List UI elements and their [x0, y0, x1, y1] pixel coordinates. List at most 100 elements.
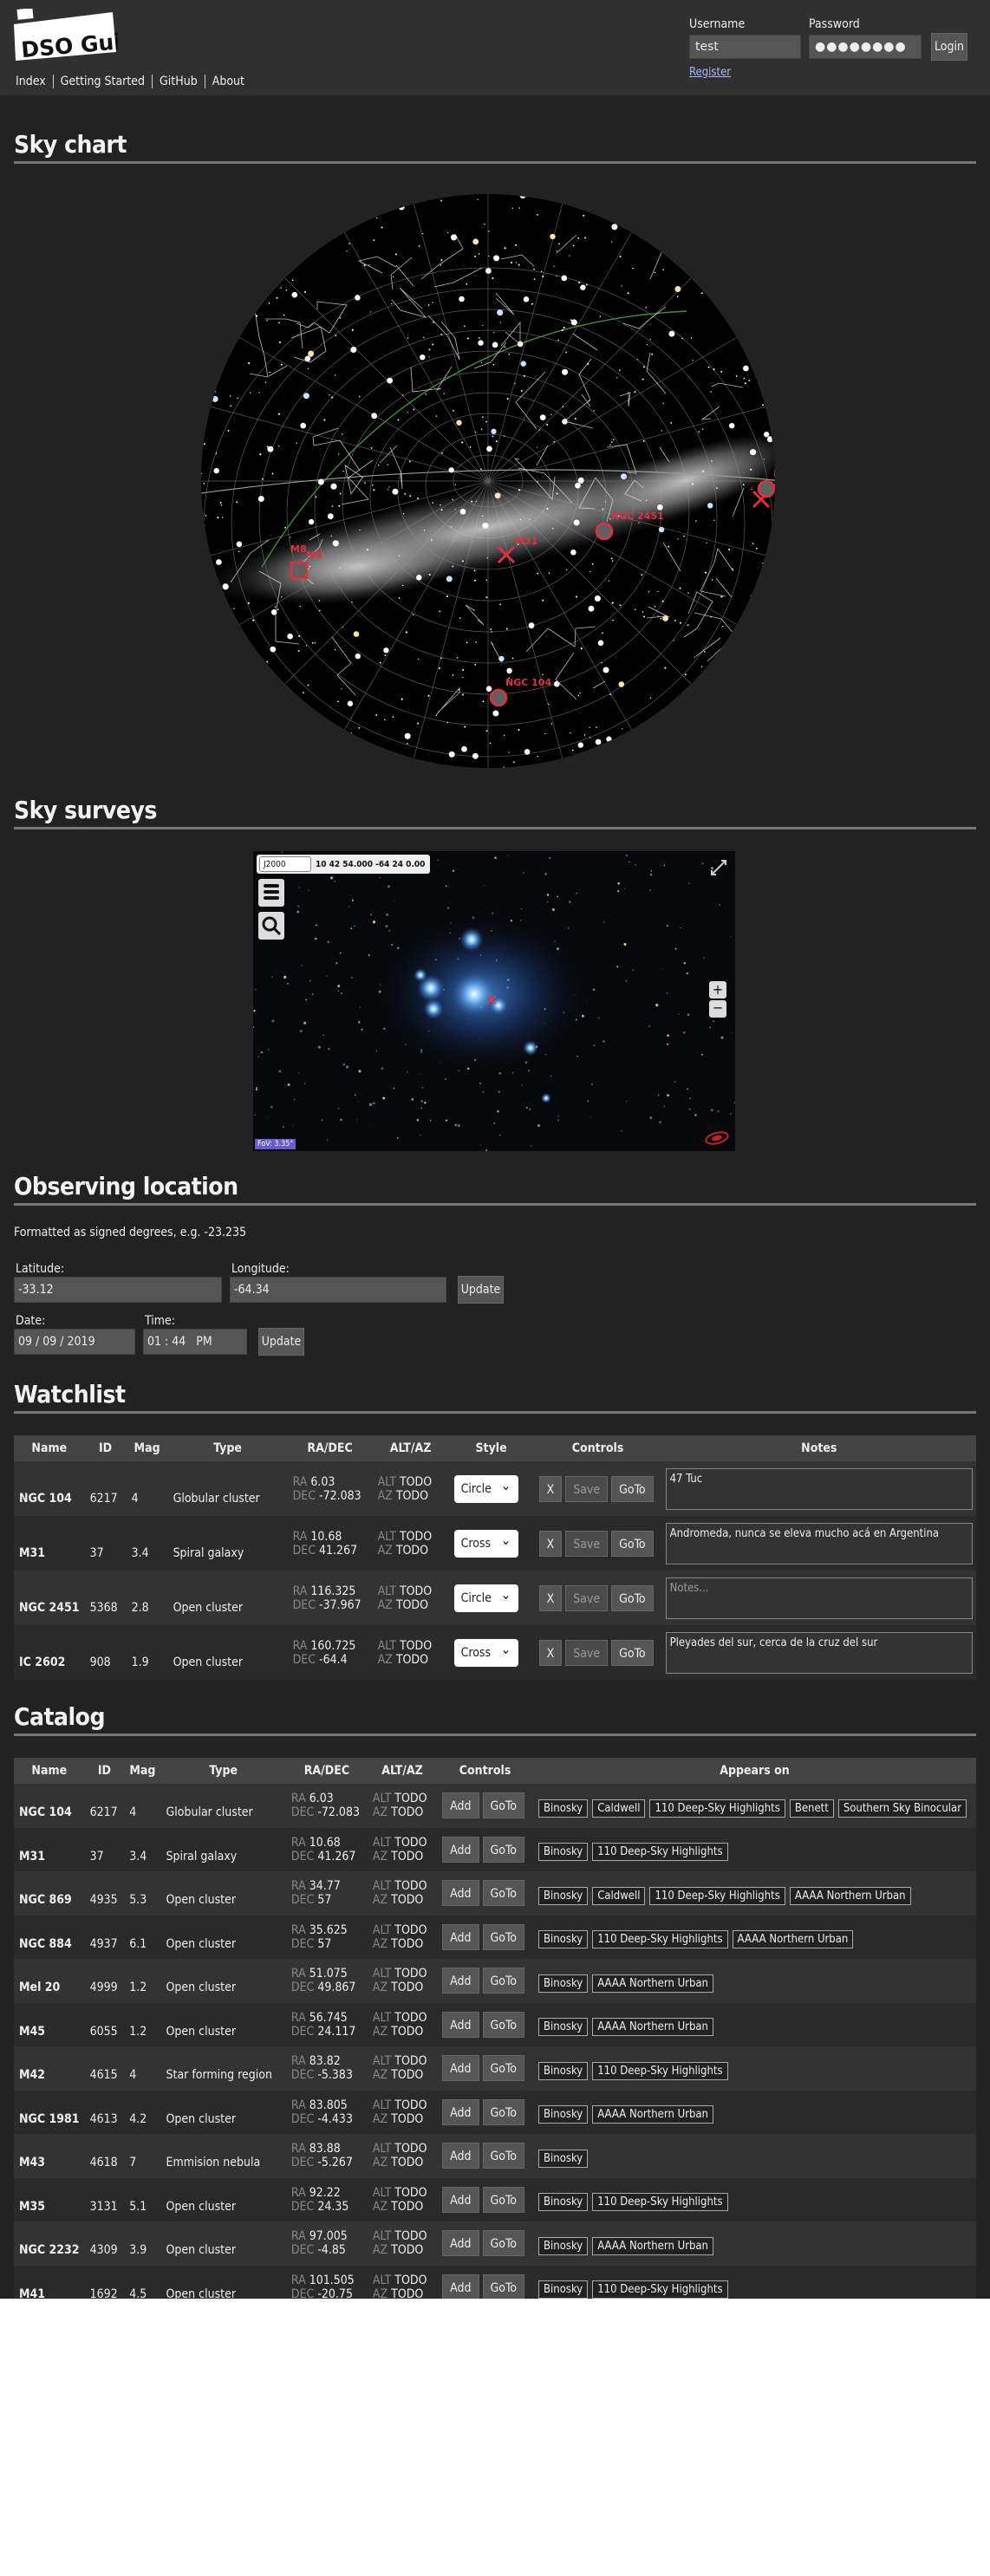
zoom-out-icon[interactable]: − — [709, 1000, 726, 1018]
nav-getting-started-link[interactable]: Getting Started — [54, 75, 153, 88]
site-logo[interactable]: DSO Guide — [12, 9, 118, 62]
list-tag[interactable]: Binosky — [538, 2193, 589, 2212]
goto-button[interactable]: GoTo — [482, 2011, 524, 2038]
list-tag[interactable]: Binosky — [538, 2018, 589, 2037]
save-button[interactable]: Save — [565, 1475, 609, 1502]
list-tag[interactable]: AAAA Northern Urban — [732, 1930, 854, 1949]
list-tag[interactable]: Binosky — [538, 2149, 589, 2168]
style-select[interactable]: Cross — [453, 1526, 518, 1558]
notes-textarea[interactable]: Pleyades del sur, cerca de la cruz del s… — [665, 1631, 973, 1674]
add-button[interactable]: Add — [442, 1923, 479, 1950]
save-button[interactable]: Save — [565, 1639, 609, 1666]
nav-github-link[interactable]: GitHub — [153, 75, 205, 88]
nav-about-link[interactable]: About — [205, 75, 251, 88]
frame-select[interactable]: J2000 — [259, 856, 311, 872]
sky-chart[interactable]: NGC 104M31NGC 2451IC 2602M8M9M — [201, 194, 775, 768]
notes-textarea[interactable]: Andromeda, nunca se eleva mucho acá en A… — [665, 1522, 973, 1564]
goto-button[interactable]: GoTo — [482, 2186, 524, 2213]
login-button[interactable]: Login — [931, 33, 967, 61]
goto-button[interactable]: GoTo — [611, 1639, 654, 1666]
add-button[interactable]: Add — [442, 2274, 479, 2299]
add-button[interactable]: Add — [442, 2230, 479, 2257]
goto-button[interactable]: GoTo — [482, 1880, 524, 1907]
goto-button[interactable]: GoTo — [482, 1923, 524, 1950]
goto-button[interactable]: GoTo — [482, 2230, 524, 2257]
add-button[interactable]: Add — [442, 2186, 479, 2213]
goto-button[interactable]: GoTo — [611, 1530, 654, 1557]
add-button[interactable]: Add — [442, 2055, 479, 2082]
notes-textarea[interactable]: Notes... — [665, 1577, 973, 1619]
remove-button[interactable]: X — [538, 1475, 563, 1502]
list-tag[interactable]: Binosky — [538, 1974, 589, 1993]
remove-button[interactable]: X — [538, 1639, 563, 1666]
save-button[interactable]: Save — [565, 1584, 609, 1611]
remove-button[interactable]: X — [538, 1584, 563, 1611]
list-tag[interactable]: Binosky — [538, 1886, 589, 1905]
add-button[interactable]: Add — [442, 2011, 479, 2038]
search-icon[interactable] — [258, 912, 284, 940]
datetime-update-button[interactable]: Update — [258, 1328, 304, 1356]
goto-button[interactable]: GoTo — [482, 1792, 524, 1819]
goto-button[interactable]: GoTo — [482, 2274, 524, 2299]
list-tag[interactable]: 110 Deep-Sky Highlights — [649, 1886, 785, 1905]
list-tag[interactable]: Southern Sky Binocular — [837, 1799, 967, 1818]
time-input[interactable]: 01 : 44 PM — [143, 1329, 247, 1355]
username-label: Username — [689, 17, 746, 31]
list-tag[interactable]: Benett — [789, 1799, 834, 1818]
style-select[interactable]: Cross — [453, 1636, 518, 1667]
add-button[interactable]: Add — [442, 1836, 479, 1863]
style-select[interactable]: Circle — [453, 1581, 518, 1612]
chart-marker[interactable]: M8 — [290, 543, 307, 555]
list-tag[interactable]: 110 Deep-Sky Highlights — [592, 2193, 728, 2212]
goto-button[interactable]: GoTo — [482, 2143, 524, 2169]
save-button[interactable]: Save — [565, 1530, 609, 1557]
list-tag[interactable]: Binosky — [538, 1799, 589, 1818]
latitude-input[interactable]: -33.12 — [14, 1277, 222, 1303]
location-update-button[interactable]: Update — [458, 1276, 504, 1304]
list-tag[interactable]: 110 Deep-Sky Highlights — [592, 1843, 728, 1862]
sky-survey-viewer[interactable]: ✕ J2000 10 42 54.000 -64 24 0.00 + − FoV… — [253, 851, 735, 1151]
goto-button[interactable]: GoTo — [482, 2098, 524, 2125]
zoom-in-icon[interactable]: + — [709, 981, 726, 999]
list-tag[interactable]: Binosky — [538, 1843, 589, 1862]
longitude-input[interactable]: -64.34 — [230, 1277, 446, 1303]
list-tag[interactable]: Binosky — [538, 1930, 589, 1949]
list-tag[interactable]: 110 Deep-Sky Highlights — [592, 2061, 728, 2080]
list-tag[interactable]: Binosky — [538, 2280, 589, 2299]
survey-image[interactable]: ✕ — [253, 851, 735, 1151]
list-tag[interactable]: AAAA Northern Urban — [592, 2018, 713, 2037]
list-tag[interactable]: 110 Deep-Sky Highlights — [649, 1799, 785, 1818]
list-tag[interactable]: Binosky — [538, 2236, 589, 2255]
list-tag[interactable]: 110 Deep-Sky Highlights — [592, 1930, 728, 1949]
list-tag[interactable]: AAAA Northern Urban — [592, 1974, 713, 1993]
list-tag[interactable]: Binosky — [538, 2061, 589, 2080]
add-button[interactable]: Add — [442, 1792, 479, 1819]
list-tag[interactable]: Caldwell — [592, 1799, 646, 1818]
username-input[interactable] — [689, 35, 801, 59]
date-input[interactable]: 09 / 09 / 2019 — [14, 1329, 135, 1355]
notes-textarea[interactable]: 47 Tuc — [665, 1467, 973, 1510]
list-tag[interactable]: AAAA Northern Urban — [592, 2105, 713, 2124]
goto-button[interactable]: GoTo — [611, 1475, 654, 1502]
list-tag[interactable]: AAAA Northern Urban — [789, 1886, 911, 1905]
list-tag[interactable]: AAAA Northern Urban — [592, 2236, 713, 2255]
add-button[interactable]: Add — [442, 2098, 479, 2125]
remove-button[interactable]: X — [538, 1530, 563, 1557]
add-button[interactable]: Add — [442, 1880, 479, 1907]
register-link[interactable]: Register — [689, 66, 731, 79]
fullscreen-icon[interactable] — [709, 858, 728, 877]
layers-icon[interactable] — [258, 879, 284, 907]
nav-index-link[interactable]: Index — [10, 75, 54, 88]
list-tag[interactable]: Binosky — [538, 2105, 589, 2124]
sky-chart-canvas[interactable]: NGC 104M31NGC 2451IC 2602M8M9M — [201, 194, 775, 768]
goto-button[interactable]: GoTo — [482, 1968, 524, 1994]
password-input[interactable] — [809, 35, 922, 59]
list-tag[interactable]: 110 Deep-Sky Highlights — [592, 2280, 728, 2299]
style-select[interactable]: Circle — [453, 1472, 518, 1503]
goto-button[interactable]: GoTo — [482, 1836, 524, 1863]
goto-button[interactable]: GoTo — [482, 2055, 524, 2082]
goto-button[interactable]: GoTo — [611, 1584, 654, 1611]
add-button[interactable]: Add — [442, 1968, 479, 1994]
add-button[interactable]: Add — [442, 2143, 479, 2169]
list-tag[interactable]: Caldwell — [592, 1886, 646, 1905]
